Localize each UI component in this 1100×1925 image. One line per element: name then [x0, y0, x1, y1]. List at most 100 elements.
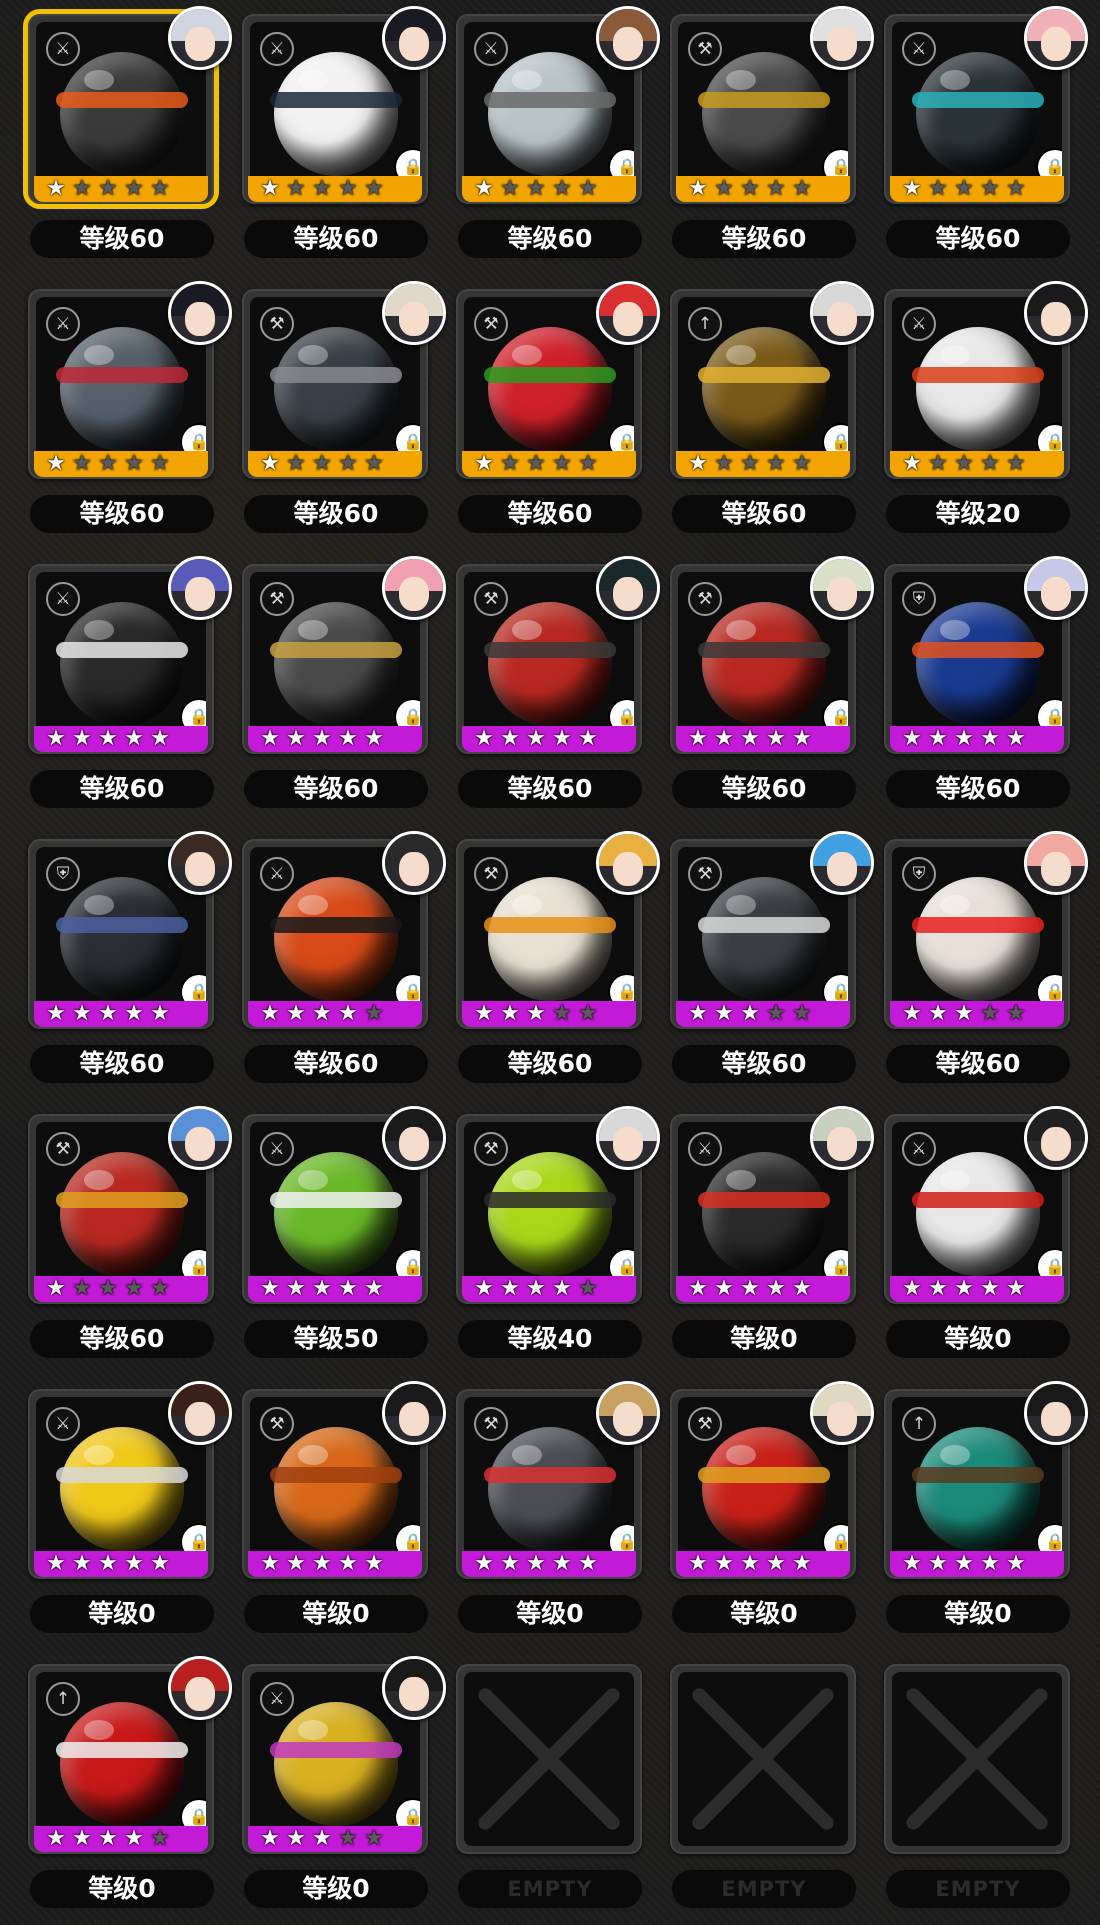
equipment-slot[interactable]: ⚒ 🔒 ★ ★ ★ ★ ★ 等级40: [428, 1100, 660, 1375]
ball-band: [912, 367, 1044, 383]
sword-icon: ⚒: [474, 582, 508, 616]
star-icon: ★: [552, 176, 572, 201]
equipment-slot[interactable]: ⚒ 🔒 ★ ★ ★ ★ ★ 等级60: [214, 275, 446, 550]
equipment-slot[interactable]: ⚒ 🔒 ★ ★ ★ ★ ★ 等级0: [428, 1375, 660, 1650]
equipment-slot[interactable]: ⚒ 🔒 ★ ★ ★ ★ ★ 等级60: [642, 0, 874, 275]
equipment-slot[interactable]: ⚔ 🔒 ★ ★ ★ ★ ★ 等级0: [0, 1375, 232, 1650]
avatar-face: [1041, 27, 1071, 61]
equipment-slot[interactable]: ⚔ 🔒 ★ ★ ★ ★ ★ 等级0: [856, 1100, 1088, 1375]
equipment-slot[interactable]: ⚒ 🔒 ★ ★ ★ ★ ★ 等级60: [428, 275, 660, 550]
equipment-slot[interactable]: ⚔ 🔒 ★ ★ ★ ★ ★ 等级60: [0, 550, 232, 825]
equipment-slot[interactable]: ⚔ 🔒 ★ ★ ★ ★ ★ 等级0: [214, 1650, 446, 1925]
avatar-face: [399, 27, 429, 61]
ball-artwork: [916, 1427, 1040, 1551]
ball-band: [270, 1467, 402, 1483]
star-icon: ★: [150, 1001, 170, 1026]
star-icon: ★: [902, 726, 922, 751]
star-rating: ★ ★ ★ ★ ★: [686, 453, 814, 475]
star-icon: ★: [338, 1826, 358, 1851]
star-icon: ★: [1006, 1276, 1026, 1301]
equipment-slot[interactable]: ↑ 🔒 ★ ★ ★ ★ ★ 等级0: [856, 1375, 1088, 1650]
equipment-slot[interactable]: ⚔ 🔒 ★ ★ ★ ★ ★ 等级60: [214, 825, 446, 1100]
star-icon: ★: [1006, 1001, 1026, 1026]
hammer-icon: ⚒: [474, 1407, 508, 1441]
equipment-slot[interactable]: ⚔ 🔒 ★ ★ ★ ★ ★ 等级0: [642, 1100, 874, 1375]
equipment-slot[interactable]: ⚔ 🔒 ★ ★ ★ ★ ★ 等级50: [214, 1100, 446, 1375]
star-icon: ★: [902, 1276, 922, 1301]
equipment-slot[interactable]: ⛨ 🔒 ★ ★ ★ ★ ★ 等级60: [856, 550, 1088, 825]
star-rating: ★ ★ ★ ★ ★: [44, 1003, 172, 1025]
equipment-slot[interactable]: ⚒ 🔒 ★ ★ ★ ★ ★ 等级60: [642, 825, 874, 1100]
sword-icon: ⚒: [46, 1132, 80, 1166]
star-rating: ★ ★ ★ ★ ★: [900, 1553, 1028, 1575]
level-label: 等级60: [244, 1045, 428, 1083]
star-icon: ★: [578, 176, 598, 201]
sword-icon: ⚒: [688, 582, 722, 616]
equipment-slot[interactable]: ⚒ 🔒 ★ ★ ★ ★ ★ 等级60: [428, 825, 660, 1100]
level-label: 等级0: [672, 1320, 856, 1358]
crossed-swords-icon: ⚔: [260, 1132, 294, 1166]
equipment-slot[interactable]: ⚒ 🔒 ★ ★ ★ ★ ★ 等级0: [642, 1375, 874, 1650]
star-icon: ★: [72, 1001, 92, 1026]
empty-slot[interactable]: EMPTY: [428, 1650, 642, 1925]
star-icon: ★: [714, 1001, 734, 1026]
star-icon: ★: [740, 1001, 760, 1026]
crossed-swords-icon: ⚔: [902, 307, 936, 341]
equipment-slot[interactable]: ⚒ 🔒 ★ ★ ★ ★ ★ 等级60: [642, 550, 874, 825]
equipment-slot[interactable]: ⚒ 🔒 ★ ★ ★ ★ ★ 等级60: [0, 1100, 232, 1375]
star-rating: ★ ★ ★ ★ ★: [44, 1553, 172, 1575]
star-rating: ★ ★ ★ ★ ★: [472, 1278, 600, 1300]
star-icon: ★: [980, 176, 1000, 201]
equipment-slot[interactable]: ⛨ 🔒 ★ ★ ★ ★ ★ 等级60: [0, 825, 232, 1100]
empty-slot[interactable]: EMPTY: [642, 1650, 856, 1925]
star-icon: ★: [688, 1276, 708, 1301]
avatar-face: [613, 302, 643, 336]
equipment-slot[interactable]: ⚔ 🔒 ★ ★ ★ ★ ★ 等级60: [214, 0, 446, 275]
avatar-face: [1041, 1127, 1071, 1161]
star-icon: ★: [98, 726, 118, 751]
star-icon: ★: [500, 1001, 520, 1026]
star-icon: ★: [124, 726, 144, 751]
star-icon: ★: [792, 1001, 812, 1026]
ball-band: [912, 1467, 1044, 1483]
level-label: 等级60: [458, 1045, 642, 1083]
equipment-slot[interactable]: ⚔ 🔒 ★ ★ ★ ★ ★ 等级20: [856, 275, 1088, 550]
star-icon: ★: [526, 726, 546, 751]
hammer-icon: ⚒: [688, 32, 722, 66]
equipment-slot[interactable]: ⚔ 🔒 ★ ★ ★ ★ ★ 等级60: [856, 0, 1088, 275]
equipment-slot[interactable]: ↑ 🔒 ★ ★ ★ ★ ★ 等级60: [642, 275, 874, 550]
equipment-slot[interactable]: ⛨ 🔒 ★ ★ ★ ★ ★ 等级60: [856, 825, 1088, 1100]
star-icon: ★: [500, 176, 520, 201]
ball-band: [698, 367, 830, 383]
ball-band: [912, 1192, 1044, 1208]
ball-artwork: [916, 1152, 1040, 1276]
star-icon: ★: [286, 1001, 306, 1026]
star-rating: ★ ★ ★ ★ ★: [686, 1003, 814, 1025]
level-label: 等级60: [886, 220, 1070, 258]
equipment-slot[interactable]: ⚒ 🔒 ★ ★ ★ ★ ★ 等级0: [214, 1375, 446, 1650]
equipment-slot[interactable]: ↑ 🔒 ★ ★ ★ ★ ★ 等级0: [0, 1650, 232, 1925]
ball-band: [912, 917, 1044, 933]
level-label: 等级60: [672, 220, 856, 258]
ball-artwork: [488, 877, 612, 1001]
ball-artwork: [60, 1427, 184, 1551]
star-rating: ★ ★ ★ ★ ★: [258, 728, 386, 750]
star-icon: ★: [364, 1826, 384, 1851]
star-rating: ★ ★ ★ ★ ★: [900, 1003, 1028, 1025]
empty-slot[interactable]: EMPTY: [856, 1650, 1070, 1925]
ball-artwork: [60, 877, 184, 1001]
crossed-swords-icon: ⚔: [46, 32, 80, 66]
level-label: 等级0: [244, 1870, 428, 1908]
avatar-face: [827, 1402, 857, 1436]
equipment-slot[interactable]: ⚔ ★ ★ ★ ★ ★ 等级60: [0, 0, 232, 275]
ball-band: [56, 1192, 188, 1208]
equipment-slot[interactable]: ⚔ 🔒 ★ ★ ★ ★ ★ 等级60: [428, 0, 660, 275]
star-icon: ★: [928, 451, 948, 476]
equipment-slot[interactable]: ⚒ 🔒 ★ ★ ★ ★ ★ 等级60: [214, 550, 446, 825]
ball-band: [698, 642, 830, 658]
avatar-face: [399, 1677, 429, 1711]
star-icon: ★: [364, 1276, 384, 1301]
equipment-slot[interactable]: ⚒ 🔒 ★ ★ ★ ★ ★ 等级60: [428, 550, 660, 825]
level-label: 等级60: [244, 220, 428, 258]
equipment-slot[interactable]: ⚔ 🔒 ★ ★ ★ ★ ★ 等级60: [0, 275, 232, 550]
